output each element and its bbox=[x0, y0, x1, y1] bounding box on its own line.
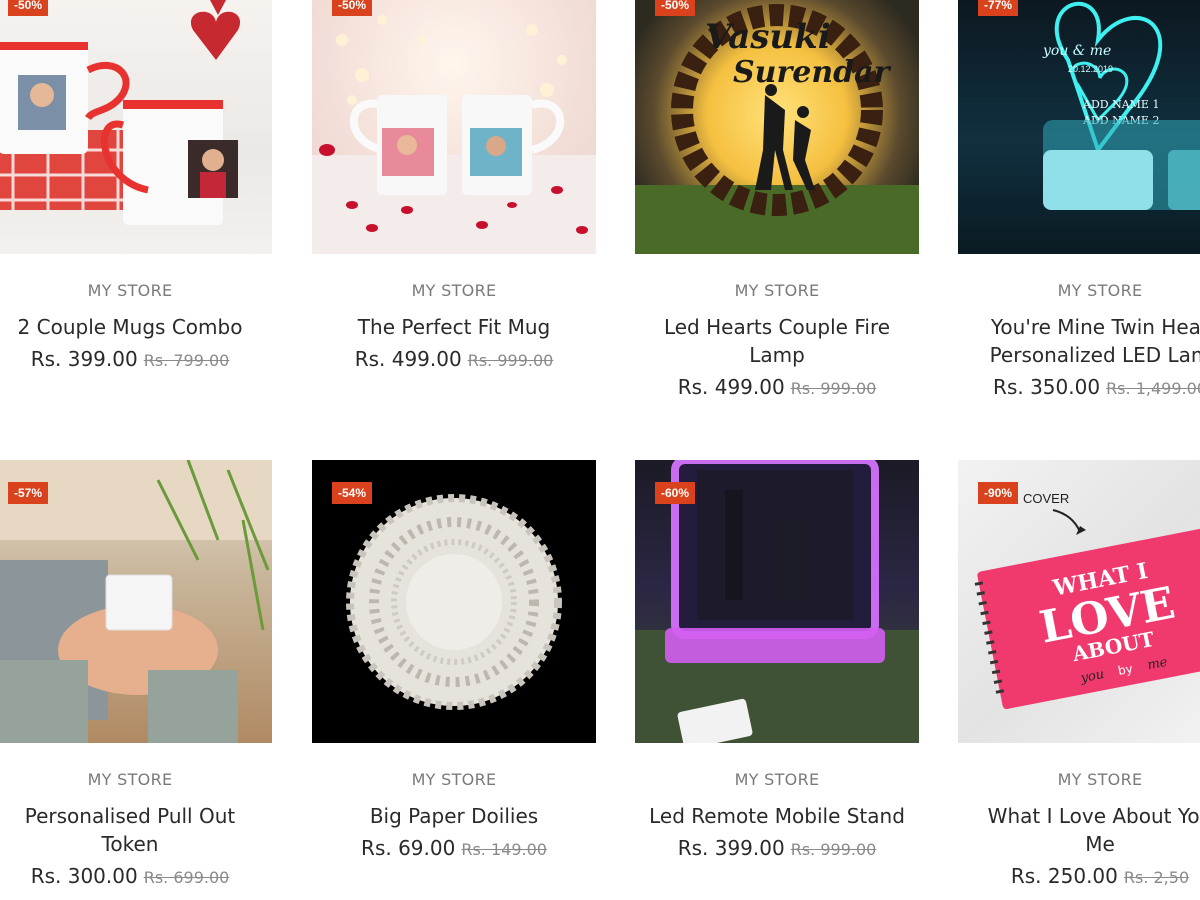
discount-badge: -60% bbox=[655, 482, 696, 504]
store-name: MY STORE bbox=[734, 281, 820, 300]
price-row: Rs. 69.00 Rs. 149.00 bbox=[312, 836, 596, 860]
lamp-date: 20.12.2019 bbox=[1068, 64, 1113, 74]
discount-badge: -90% bbox=[978, 482, 1019, 504]
store-name: MY STORE bbox=[734, 770, 820, 789]
twin-heart-lamp-illustration: you & me 20.12.2019 ADD NAME 1 ADD NAME … bbox=[1042, 1, 1200, 210]
store-name: MY STORE bbox=[1057, 281, 1143, 300]
product-card[interactable]: -57% MY STORE Personalised Pull Out Toke… bbox=[0, 460, 272, 888]
original-price: Rs. 999.00 bbox=[790, 379, 877, 398]
discount-badge: -57% bbox=[8, 482, 49, 504]
sale-price: Rs. 350.00 bbox=[993, 375, 1101, 399]
original-price: Rs. 149.00 bbox=[461, 840, 547, 859]
product-title[interactable]: Personalised Pull Out Token bbox=[0, 802, 272, 858]
product-card[interactable]: COVER WHAT I LOVE ABOUT you by me -90% M… bbox=[958, 460, 1200, 888]
product-title[interactable]: What I Love About You Me bbox=[958, 802, 1200, 858]
product-card[interactable]: Vasuki Surendar -50% MY STORE Led Hearts… bbox=[635, 0, 919, 399]
product-image[interactable]: -54% bbox=[312, 460, 596, 743]
price-row: Rs. 350.00 Rs. 1,499.00 bbox=[958, 375, 1200, 399]
book-text-5: by bbox=[1117, 661, 1134, 678]
mug-illustration bbox=[312, 15, 596, 254]
store-name: MY STORE bbox=[411, 281, 497, 300]
product-title[interactable]: The Perfect Fit Mug bbox=[312, 313, 596, 341]
product-card[interactable]: you & me 20.12.2019 ADD NAME 1 ADD NAME … bbox=[958, 0, 1200, 399]
original-price: Rs. 799.00 bbox=[143, 351, 230, 370]
discount-badge: -50% bbox=[332, 0, 373, 16]
discount-badge: -54% bbox=[332, 482, 373, 504]
price-row: Rs. 499.00 Rs. 999.00 bbox=[312, 347, 596, 371]
sale-price: Rs. 300.00 bbox=[30, 864, 138, 888]
product-image[interactable]: COVER WHAT I LOVE ABOUT you by me -90% bbox=[958, 460, 1200, 743]
price-row: Rs. 250.00 Rs. 2,50 bbox=[958, 864, 1200, 888]
sale-price: Rs. 250.00 bbox=[1010, 864, 1118, 888]
original-price: Rs. 699.00 bbox=[143, 868, 230, 887]
original-price: Rs. 999.00 bbox=[790, 840, 877, 859]
product-title[interactable]: 2 Couple Mugs Combo bbox=[0, 313, 272, 341]
product-card[interactable]: -54% MY STORE Big Paper Doilies Rs. 69.0… bbox=[312, 460, 596, 860]
sale-price: Rs. 399.00 bbox=[30, 347, 138, 371]
lamp-name-1: ADD NAME 1 bbox=[1082, 98, 1159, 111]
product-card[interactable]: -50% MY STORE The Perfect Fit Mug Rs. 49… bbox=[312, 0, 596, 371]
price-row: Rs. 399.00 Rs. 999.00 bbox=[635, 836, 919, 860]
price-row: Rs. 499.00 Rs. 999.00 bbox=[635, 375, 919, 399]
lamp-name-2: Surendar bbox=[733, 55, 892, 90]
cover-label: COVER bbox=[1023, 491, 1069, 506]
mugs-illustration bbox=[0, 0, 241, 225]
store-name: MY STORE bbox=[87, 770, 173, 789]
product-image[interactable]: -50% bbox=[0, 0, 272, 254]
product-image[interactable]: -60% bbox=[635, 460, 919, 743]
discount-badge: -50% bbox=[8, 0, 49, 16]
store-name: MY STORE bbox=[411, 770, 497, 789]
sale-price: Rs. 499.00 bbox=[677, 375, 785, 399]
discount-badge: -50% bbox=[655, 0, 696, 16]
price-row: Rs. 399.00 Rs. 799.00 bbox=[0, 347, 272, 371]
store-name: MY STORE bbox=[1057, 770, 1143, 789]
product-image[interactable]: -57% bbox=[0, 460, 272, 743]
sale-price: Rs. 399.00 bbox=[677, 836, 785, 860]
sale-price: Rs. 499.00 bbox=[354, 347, 462, 371]
heart-lamp-illustration: Vasuki Surendar bbox=[635, 4, 919, 254]
product-title[interactable]: Led Hearts Couple Fire Lamp bbox=[635, 313, 919, 369]
product-title[interactable]: Big Paper Doilies bbox=[312, 802, 596, 830]
product-image[interactable]: Vasuki Surendar -50% bbox=[635, 0, 919, 254]
product-image[interactable]: -50% bbox=[312, 0, 596, 254]
lamp-name-1: Vasuki bbox=[705, 17, 831, 57]
original-price: Rs. 1,499.00 bbox=[1106, 379, 1200, 398]
svg-text:you & me: you & me bbox=[1042, 43, 1111, 59]
original-price: Rs. 2,50 bbox=[1123, 868, 1190, 887]
product-card[interactable]: -60% MY STORE Led Remote Mobile Stand Rs… bbox=[635, 460, 919, 860]
store-name: MY STORE bbox=[87, 281, 173, 300]
sale-price: Rs. 69.00 bbox=[361, 836, 456, 860]
product-image[interactable]: you & me 20.12.2019 ADD NAME 1 ADD NAME … bbox=[958, 0, 1200, 254]
price-row: Rs. 300.00 Rs. 699.00 bbox=[0, 864, 272, 888]
original-price: Rs. 999.00 bbox=[467, 351, 554, 370]
product-title[interactable]: Led Remote Mobile Stand bbox=[635, 802, 919, 830]
product-title[interactable]: You're Mine Twin Hear Personalized LED L… bbox=[958, 313, 1200, 369]
product-card[interactable]: -50% MY STORE 2 Couple Mugs Combo Rs. 39… bbox=[0, 0, 272, 371]
discount-badge: -77% bbox=[978, 0, 1019, 16]
